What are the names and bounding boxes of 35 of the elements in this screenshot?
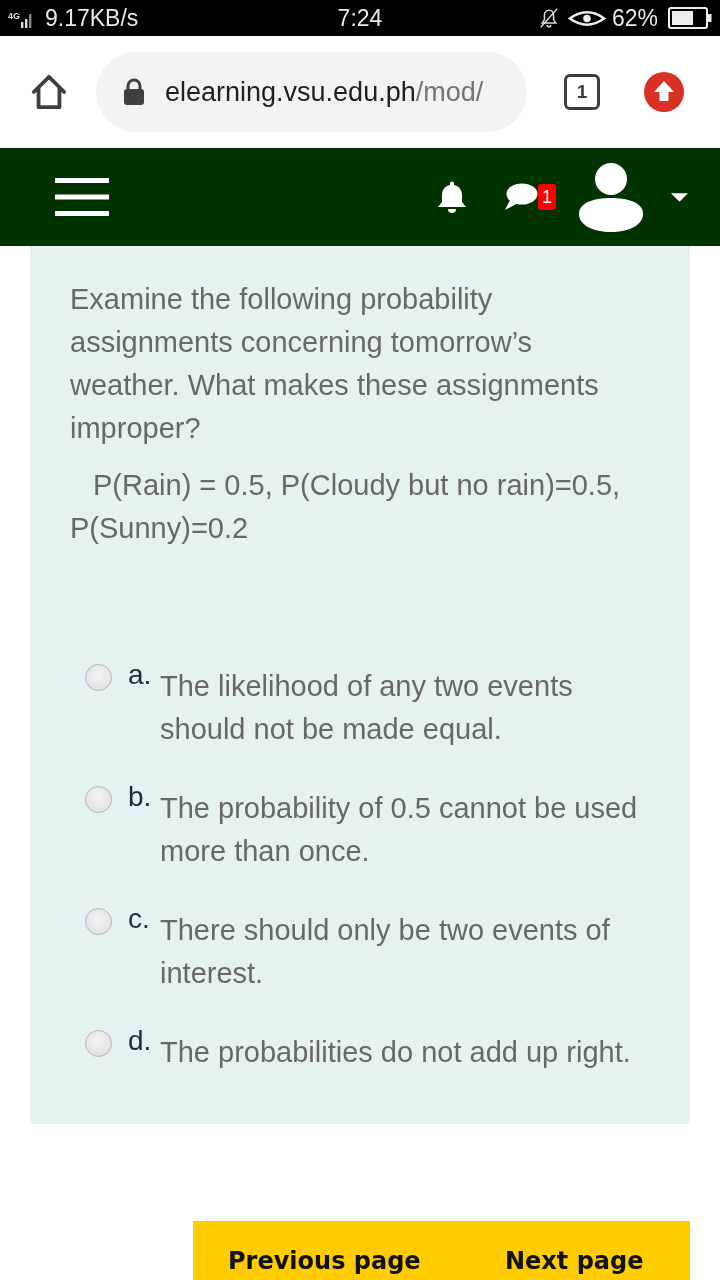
user-avatar-icon[interactable] (577, 162, 645, 232)
clock-time: 7:24 (337, 4, 383, 32)
bell-off-icon (537, 7, 560, 29)
message-count-badge: 1 (538, 184, 556, 210)
network-speed: 9.17KB/s (45, 4, 139, 32)
option-text: The probabilities do not add up right. (160, 1035, 632, 1070)
menu-icon[interactable] (55, 178, 109, 216)
next-page-button[interactable]: Next page (470, 1221, 690, 1280)
option-letter: d. (128, 1025, 152, 1056)
option-text: The likelihood of any two events should not be made equal. (160, 669, 574, 747)
upload-icon[interactable] (644, 72, 684, 112)
chat-icon[interactable] (504, 183, 538, 211)
question-text: Examine the following probability assignments concerning tomorrow’s weather. What makes these assignments improper? (70, 282, 600, 446)
option-letter: a. (128, 659, 152, 690)
tab-count-button[interactable]: 1 (564, 74, 600, 110)
lock-icon (123, 78, 145, 106)
probability-assignments-text: P(Rain) = 0.5, P(Cloudy but no rain)=0.5, P(Sunny)=0.2 (70, 468, 622, 546)
radio-button[interactable] (85, 664, 112, 691)
radio-button[interactable] (85, 786, 112, 813)
battery-icon (668, 7, 712, 29)
radio-button[interactable] (85, 1030, 112, 1057)
battery-percent: 62% (611, 4, 658, 32)
option-letter: c. (128, 903, 150, 934)
option-letter: b. (128, 781, 152, 812)
url-field[interactable]: elearning.vsu.edu.ph/mod/ (96, 52, 527, 132)
home-icon[interactable] (30, 73, 68, 111)
bell-icon[interactable] (437, 180, 467, 214)
option-text: There should only be two events of interest. (160, 913, 611, 991)
network-type: 4G (8, 10, 20, 21)
option-text: The probability of 0.5 cannot be used more than once. (160, 791, 639, 869)
signal-icon (21, 14, 33, 28)
caret-icon[interactable] (671, 192, 688, 202)
radio-button[interactable] (85, 908, 112, 935)
previous-page-button[interactable]: Previous page (193, 1221, 470, 1280)
eye-icon (567, 8, 606, 28)
